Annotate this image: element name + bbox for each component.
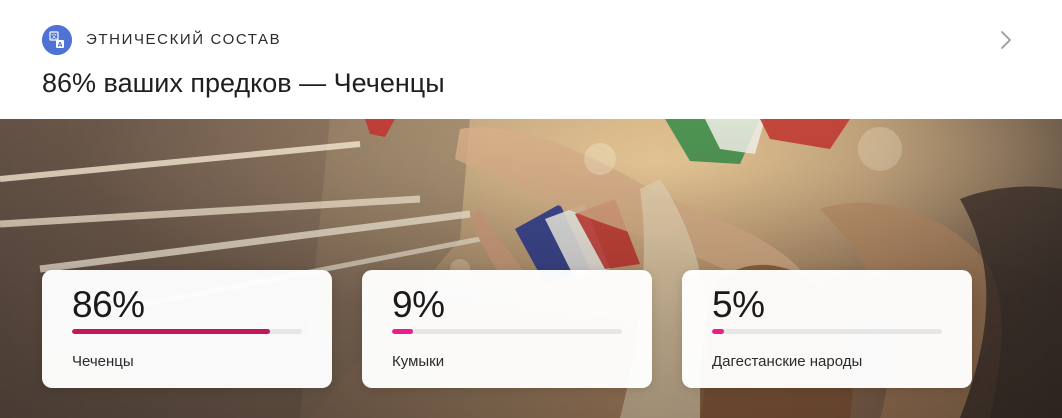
stat-progress-track (72, 329, 302, 334)
stat-card-kumyks[interactable]: 9% Кумыки (362, 270, 652, 388)
stat-progress-track (712, 329, 942, 334)
stat-progress-track (392, 329, 622, 334)
svg-text:A: A (57, 41, 62, 49)
translate-icon: 文 A (42, 25, 72, 55)
svg-text:文: 文 (51, 33, 57, 41)
stat-progress-fill (712, 329, 724, 334)
section-label: ЭТНИЧЕСКИЙ СОСТАВ (86, 31, 282, 48)
ethnic-composition-card[interactable]: 文 A ЭТНИЧЕСКИЙ СОСТАВ 86% ваших предков … (0, 0, 1062, 418)
stat-percent: 86% (72, 284, 145, 325)
stat-percent: 9% (392, 284, 445, 325)
stat-ethnicity-label: Кумыки (392, 353, 445, 370)
stat-ethnicity-label: Дагестанские народы (712, 353, 863, 370)
stat-card-chechens[interactable]: 86% Чеченцы (42, 270, 332, 388)
card-header: 文 A ЭТНИЧЕСКИЙ СОСТАВ 86% ваших предков … (0, 0, 1062, 119)
stat-progress-fill (392, 329, 413, 334)
stat-percent: 5% (712, 284, 765, 325)
headline: 86% ваших предков — Чеченцы (42, 68, 445, 98)
stat-card-dagestan-peoples[interactable]: 5% Дагестанские народы (682, 270, 972, 388)
chevron-right-icon[interactable] (992, 25, 1022, 55)
stat-ethnicity-label: Чеченцы (72, 353, 134, 370)
stat-progress-fill (72, 329, 270, 334)
